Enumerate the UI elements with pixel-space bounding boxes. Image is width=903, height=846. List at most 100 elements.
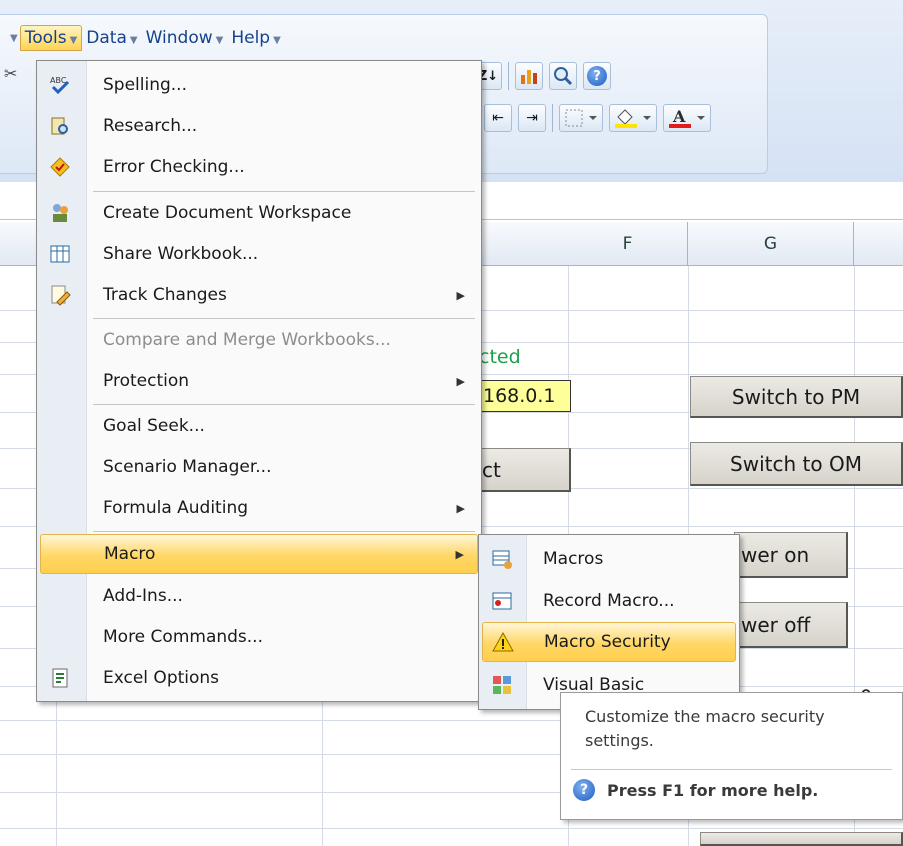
menu-item-label: More Commands...: [103, 627, 263, 647]
menu-separator: [93, 531, 475, 532]
power-off-button[interactable]: wer off: [734, 602, 848, 648]
row-line: [0, 828, 903, 829]
workspace-icon: [49, 202, 71, 224]
menu-item-macro[interactable]: Macro ▶: [40, 534, 478, 574]
chart-icon: [521, 70, 537, 84]
menu-item-label: Add-Ins...: [103, 586, 183, 606]
column-header-g[interactable]: G: [688, 222, 854, 266]
menu-item-track-changes[interactable]: Track Changes ▶: [37, 275, 481, 315]
tooltip-text: Customize the macro security settings.: [585, 707, 825, 750]
connect-button[interactable]: ct: [479, 448, 571, 492]
menu-item-label: Macro Security: [544, 632, 671, 652]
fill-color-icon: [615, 109, 651, 128]
menu-item-protection[interactable]: Protection ▶: [37, 361, 481, 401]
tooltip-help: ? Press F1 for more help.: [573, 779, 818, 801]
toolbar-row-1: Z↓ ?: [474, 62, 611, 90]
menu-item-label: Excel Options: [103, 668, 220, 688]
menu-item-error-checking[interactable]: Error Checking...: [37, 147, 481, 187]
visual-basic-icon: [491, 674, 513, 696]
toolbar-separator: [508, 62, 509, 90]
chevron-down-icon: ▼: [10, 32, 18, 44]
menu-item-research[interactable]: Research...: [37, 106, 481, 146]
menu-item-label: Record Macro...: [543, 591, 675, 611]
menu-item-scenario-manager[interactable]: Scenario Manager...: [37, 447, 481, 487]
tooltip-help-text: Press F1 for more help.: [607, 780, 819, 800]
menu-item-label: Compare and Merge Workbooks...: [103, 330, 391, 350]
cut-icon[interactable]: ✂: [4, 64, 17, 83]
submenu-arrow-icon: ▶: [456, 374, 465, 388]
ip-address-cell[interactable]: 168.0.1: [479, 380, 571, 412]
chart-wizard-button[interactable]: [515, 62, 543, 90]
menu-item-add-ins[interactable]: Add-Ins...: [37, 576, 481, 616]
chevron-down-icon: ▼: [129, 35, 138, 46]
chevron-down-icon: ▼: [273, 35, 281, 46]
menu-item-goal-seek[interactable]: Goal Seek...: [37, 406, 481, 446]
increase-indent-button[interactable]: ⇥: [518, 104, 546, 132]
chevron-down-icon: ▼: [69, 35, 78, 46]
menu-item-label: Create Document Workspace: [103, 203, 352, 223]
toolbar-separator: [552, 104, 553, 132]
fill-color-button[interactable]: [609, 104, 657, 132]
menu-window[interactable]: Window ▼: [142, 26, 228, 50]
tooltip-separator: [571, 769, 892, 770]
warning-icon: [492, 631, 514, 653]
column-header-f[interactable]: F: [568, 222, 688, 266]
font-color-button[interactable]: A: [663, 104, 711, 132]
menu-item-label: Track Changes: [103, 285, 227, 305]
macro-security-tooltip: Customize the macro security settings. ?…: [560, 692, 903, 820]
menu-item-label: Research...: [103, 116, 198, 136]
svg-text:A: A: [672, 107, 686, 126]
menu-item-label: Macro: [104, 544, 156, 564]
menu-bar: ▼ Tools ▼ Data ▼ Window ▼ Help ▼: [10, 22, 285, 54]
font-color-icon: A: [669, 107, 705, 128]
menu-item-label: Scenario Manager...: [103, 457, 272, 477]
menu-help[interactable]: Help ▼: [227, 26, 284, 50]
menu-item-excel-options[interactable]: Excel Options: [37, 658, 481, 698]
menu-separator: [93, 191, 475, 192]
menu-item-label: Goal Seek...: [103, 416, 205, 436]
excel-options-icon: [49, 667, 71, 689]
sheet-button-partial[interactable]: [700, 832, 903, 846]
macros-icon: [491, 548, 513, 570]
zoom-button[interactable]: [549, 62, 577, 90]
menu-item-macros[interactable]: Macros: [479, 539, 739, 579]
submenu-arrow-icon: ▶: [455, 547, 464, 561]
power-on-button[interactable]: wer on: [734, 532, 848, 578]
submenu-arrow-icon: ▶: [456, 288, 465, 302]
menu-data[interactable]: Data ▼: [82, 26, 141, 50]
menu-item-formula-auditing[interactable]: Formula Auditing ▶: [37, 488, 481, 528]
menu-tools[interactable]: Tools ▼: [19, 25, 83, 51]
menu-item-label: Spelling...: [103, 75, 187, 95]
decrease-indent-button[interactable]: ⇤: [484, 104, 512, 132]
spelling-icon: ABC: [49, 74, 71, 96]
chevron-down-icon: ▼: [215, 35, 224, 46]
research-icon: [49, 115, 71, 137]
borders-icon: [565, 109, 597, 127]
help-button[interactable]: ?: [583, 62, 611, 90]
menu-item-share-workbook[interactable]: Share Workbook...: [37, 234, 481, 274]
switch-to-om-button[interactable]: Switch to OM: [690, 442, 903, 486]
menu-item-compare-and-merge: Compare and Merge Workbooks...: [37, 320, 481, 360]
menu-item-label: Share Workbook...: [103, 244, 259, 264]
menu-item-label: Macros: [543, 549, 604, 569]
tools-menu: ABC Spelling... Research... Error Checki…: [36, 60, 482, 702]
track-changes-icon: [49, 284, 71, 306]
menu-item-label: Formula Auditing: [103, 498, 249, 518]
menu-item-label: Protection: [103, 371, 190, 391]
borders-button[interactable]: [559, 104, 603, 132]
status-cell: cted: [479, 346, 521, 368]
record-macro-icon: [491, 590, 513, 612]
menu-item-spelling[interactable]: ABC Spelling...: [37, 65, 481, 105]
switch-to-pm-button[interactable]: Switch to PM: [690, 376, 903, 418]
magnifier-icon: [554, 67, 573, 86]
submenu-arrow-icon: ▶: [456, 501, 465, 515]
menu-item-record-macro[interactable]: Record Macro...: [479, 581, 739, 621]
help-icon: ?: [573, 779, 595, 801]
menu-item-more-commands[interactable]: More Commands...: [37, 617, 481, 657]
menu-separator: [93, 404, 475, 405]
menu-item-macro-security[interactable]: Macro Security: [482, 622, 736, 662]
help-icon: ?: [587, 66, 607, 86]
toolbar-row-2: ⇤ ⇥ A: [484, 104, 711, 132]
share-workbook-icon: [49, 243, 71, 265]
menu-item-create-document-workspace[interactable]: Create Document Workspace: [37, 193, 481, 233]
